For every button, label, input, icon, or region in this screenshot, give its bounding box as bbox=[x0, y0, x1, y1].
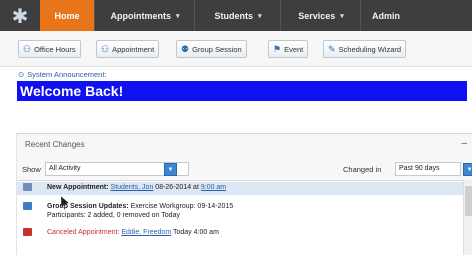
top-nav: ✱ Home Appointments ▾ Students ▾ Service… bbox=[0, 0, 472, 32]
scroll-thumb[interactable] bbox=[465, 186, 472, 216]
tab-students[interactable]: Students ▾ bbox=[194, 0, 281, 31]
changed-in-label: Changed in bbox=[343, 165, 382, 174]
appointment-button[interactable]: ⚇ Appointment bbox=[96, 40, 160, 58]
recent-changes-panel: Recent Changes – Show All Activity ▼ Cha… bbox=[16, 133, 472, 256]
item-detail: Exercise Workgroup: 09-14-2015 bbox=[130, 203, 234, 210]
chevron-down-icon[interactable]: ▼ bbox=[463, 163, 472, 176]
tab-home-label: Home bbox=[54, 10, 80, 21]
chevron-down-icon: ▾ bbox=[340, 12, 344, 20]
chevron-down-icon: ▾ bbox=[258, 12, 262, 20]
recent-changes-list: New Appointment: Students, Jon 08-26-201… bbox=[17, 180, 463, 256]
collapse-icon[interactable]: – bbox=[461, 138, 467, 149]
filter-row: Show All Activity ▼ Changed in Past 90 d… bbox=[17, 161, 472, 179]
event-button[interactable]: ⚑ Event bbox=[268, 40, 309, 58]
changed-in-select[interactable]: Past 90 days bbox=[395, 162, 461, 176]
tab-home[interactable]: Home bbox=[40, 0, 94, 31]
item-title: Canceled Appointment: bbox=[47, 229, 120, 236]
scheduling-wizard-label: Scheduling Wizard bbox=[338, 44, 402, 54]
wizard-icon: ✎ bbox=[328, 43, 336, 54]
group-session-button[interactable]: ⚉ Group Session bbox=[176, 40, 247, 58]
item-participants: Participants: 2 added, 0 removed on Toda… bbox=[47, 212, 180, 219]
tab-students-label: Students bbox=[214, 10, 253, 21]
tab-admin[interactable]: Admin bbox=[360, 0, 411, 31]
calendar-icon bbox=[23, 183, 32, 191]
info-icon: ⊙ bbox=[18, 70, 25, 79]
office-hours-button[interactable]: ⚇ Office Hours bbox=[18, 40, 81, 58]
tab-appointments-label: Appointments bbox=[110, 10, 171, 21]
office-hours-icon: ⚇ bbox=[23, 43, 32, 54]
logo-icon[interactable]: ✱ bbox=[0, 0, 40, 31]
changed-in-select-value: Past 90 days bbox=[399, 165, 440, 172]
scheduling-wizard-button[interactable]: ✎ Scheduling Wizard bbox=[323, 40, 407, 58]
announcement-message: Welcome Back! bbox=[20, 83, 124, 99]
event-icon: ⚑ bbox=[273, 43, 282, 54]
student-link[interactable]: Eddie, Freedom bbox=[121, 229, 171, 236]
item-title: New Appointment: bbox=[47, 184, 109, 191]
list-item[interactable]: New Appointment: Students, Jon 08-26-201… bbox=[17, 182, 463, 195]
action-toolbar: ⚇ Office Hours ⚇ Appointment ⚉ Group Ses… bbox=[0, 31, 472, 67]
appointment-label: Appointment bbox=[112, 44, 155, 54]
panel-title: Recent Changes bbox=[25, 140, 85, 149]
tab-services-label: Services bbox=[298, 10, 336, 21]
chevron-down-icon: ▾ bbox=[175, 12, 180, 20]
chevron-down-icon[interactable]: ▼ bbox=[164, 163, 177, 176]
event-label: Event bbox=[284, 44, 304, 54]
appointment-icon: ⚇ bbox=[101, 43, 110, 54]
office-hours-label: Office Hours bbox=[34, 44, 76, 54]
item-date: 08-26-2014 at bbox=[155, 184, 199, 191]
tab-admin-label: Admin bbox=[372, 10, 400, 21]
tab-appointments[interactable]: Appointments ▾ bbox=[94, 0, 195, 31]
student-link[interactable]: Students, Jon bbox=[111, 184, 154, 191]
group-session-label: Group Session bbox=[192, 44, 242, 54]
group-session-icon bbox=[23, 202, 32, 210]
item-date: Today 4:00 am bbox=[172, 229, 219, 236]
list-item[interactable]: Group Session Updates: Exercise Workgrou… bbox=[17, 201, 463, 223]
system-announcement-label: ⊙ System Announcement: bbox=[18, 70, 107, 79]
list-item[interactable]: Canceled Appointment: Eddie, Freedom Tod… bbox=[17, 227, 463, 240]
tab-services[interactable]: Services ▾ bbox=[280, 0, 361, 31]
show-label: Show bbox=[22, 165, 41, 174]
time-link[interactable]: 9:00 am bbox=[201, 184, 226, 191]
cancel-icon bbox=[23, 228, 32, 236]
system-announcement-text: System Announcement: bbox=[27, 70, 107, 79]
group-session-icon: ⚉ bbox=[181, 43, 190, 54]
scrollbar[interactable] bbox=[463, 180, 472, 255]
show-select-value: All Activity bbox=[49, 165, 81, 172]
announcement-banner: Welcome Back! bbox=[17, 81, 467, 101]
